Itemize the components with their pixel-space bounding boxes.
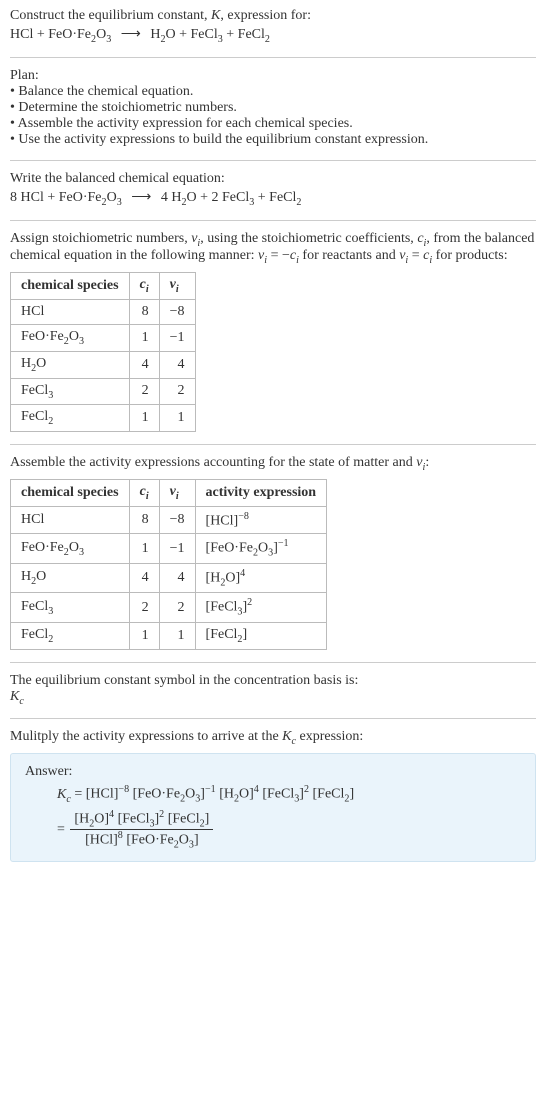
- cell-ci: 4: [129, 563, 159, 592]
- cell-species: FeO·Fe2O3: [11, 324, 130, 351]
- cell-ci: 8: [129, 506, 159, 534]
- plan-item: Use the activity expressions to build th…: [10, 132, 536, 148]
- cell-species: FeCl3: [11, 593, 130, 622]
- balanced-equation: 8 HCl + FeO·Fe2O3 ⟶ 4 H2O + 2 FeCl3 + Fe…: [10, 189, 536, 208]
- divider: [10, 160, 536, 161]
- activity-table: chemical species ci νi activity expressi…: [10, 479, 327, 650]
- basis-section: The equilibrium constant symbol in the c…: [10, 673, 536, 707]
- cell-ci: 1: [129, 534, 159, 563]
- col-vi: νi: [159, 273, 195, 300]
- balanced-section: Write the balanced chemical equation: 8 …: [10, 171, 536, 208]
- cell-species: HCl: [11, 299, 130, 324]
- plan-item: Determine the stoichiometric numbers.: [10, 100, 536, 116]
- cell-ci: 8: [129, 299, 159, 324]
- cell-species: FeO·Fe2O3: [11, 534, 130, 563]
- cell-ci: 2: [129, 593, 159, 622]
- cell-vi: 1: [159, 622, 195, 649]
- multiply-section: Mulitply the activity expressions to arr…: [10, 729, 536, 861]
- cell-ci: 1: [129, 622, 159, 649]
- fraction-numerator: [H2O]4 [FeCl3]2 [FeCl2]: [70, 809, 213, 829]
- cell-activity: [FeCl3]2: [195, 593, 327, 622]
- divider: [10, 57, 536, 58]
- cell-species: FeCl2: [11, 405, 130, 432]
- cell-vi: −1: [159, 324, 195, 351]
- cell-activity: [HCl]−8: [195, 506, 327, 534]
- answer-line1: Kc = [HCl]−8 [FeO·Fe2O3]−1 [H2O]4 [FeCl3…: [57, 784, 521, 804]
- cell-vi: −8: [159, 506, 195, 534]
- cell-activity: [H2O]4: [195, 563, 327, 592]
- divider: [10, 662, 536, 663]
- unbalanced-equation: HCl + FeO·Fe2O3 ⟶ H2O + FeCl3 + FeCl2: [10, 26, 536, 45]
- table-row: FeCl211[FeCl2]: [11, 622, 327, 649]
- basis-text: The equilibrium constant symbol in the c…: [10, 673, 536, 689]
- stoich-intro: Assign stoichiometric numbers, νi, using…: [10, 231, 536, 267]
- balanced-heading: Write the balanced chemical equation:: [10, 171, 536, 187]
- cell-vi: 2: [159, 378, 195, 405]
- cell-ci: 1: [129, 405, 159, 432]
- divider: [10, 444, 536, 445]
- col-species: chemical species: [11, 479, 130, 506]
- cell-ci: 1: [129, 324, 159, 351]
- cell-vi: 4: [159, 351, 195, 378]
- plan-section: Plan: Balance the chemical equation. Det…: [10, 68, 536, 148]
- stoich-table: chemical species ci νi HCl8−8 FeO·Fe2O31…: [10, 272, 196, 432]
- table-row: FeO·Fe2O31−1: [11, 324, 196, 351]
- table-row: FeO·Fe2O31−1[FeO·Fe2O3]−1: [11, 534, 327, 563]
- cell-vi: 1: [159, 405, 195, 432]
- cell-vi: −1: [159, 534, 195, 563]
- cell-activity: [FeO·Fe2O3]−1: [195, 534, 327, 563]
- cell-species: H2O: [11, 351, 130, 378]
- plan-item: Assemble the activity expression for eac…: [10, 116, 536, 132]
- cell-species: FeCl3: [11, 378, 130, 405]
- cell-ci: 2: [129, 378, 159, 405]
- fraction: [H2O]4 [FeCl3]2 [FeCl2] [HCl]8 [FeO·Fe2O…: [70, 809, 213, 851]
- cell-ci: 4: [129, 351, 159, 378]
- col-ci: ci: [129, 479, 159, 506]
- page-title: Construct the equilibrium constant, K, e…: [10, 8, 536, 24]
- table-row: H2O44: [11, 351, 196, 378]
- activity-section: Assemble the activity expressions accoun…: [10, 455, 536, 649]
- answer-label: Answer:: [25, 764, 521, 780]
- answer-box: Answer: Kc = [HCl]−8 [FeO·Fe2O3]−1 [H2O]…: [10, 753, 536, 861]
- cell-species: H2O: [11, 563, 130, 592]
- plan-item: Balance the chemical equation.: [10, 84, 536, 100]
- stoich-section: Assign stoichiometric numbers, νi, using…: [10, 231, 536, 433]
- table-row: FeCl211: [11, 405, 196, 432]
- divider: [10, 718, 536, 719]
- cell-activity: [FeCl2]: [195, 622, 327, 649]
- col-vi: νi: [159, 479, 195, 506]
- table-row: H2O44[H2O]4: [11, 563, 327, 592]
- col-species: chemical species: [11, 273, 130, 300]
- activity-intro: Assemble the activity expressions accoun…: [10, 455, 536, 473]
- table-header-row: chemical species ci νi: [11, 273, 196, 300]
- header-section: Construct the equilibrium constant, K, e…: [10, 8, 536, 45]
- answer-line2: = [H2O]4 [FeCl3]2 [FeCl2] [HCl]8 [FeO·Fe…: [57, 809, 521, 851]
- cell-species: HCl: [11, 506, 130, 534]
- cell-vi: 2: [159, 593, 195, 622]
- cell-vi: 4: [159, 563, 195, 592]
- plan-list: Balance the chemical equation. Determine…: [10, 84, 536, 148]
- plan-heading: Plan:: [10, 68, 536, 84]
- table-row: FeCl322: [11, 378, 196, 405]
- col-ci: ci: [129, 273, 159, 300]
- divider: [10, 220, 536, 221]
- multiply-intro: Mulitply the activity expressions to arr…: [10, 729, 536, 747]
- table-row: HCl8−8[HCl]−8: [11, 506, 327, 534]
- equals-sign: =: [57, 822, 68, 837]
- col-activity: activity expression: [195, 479, 327, 506]
- cell-vi: −8: [159, 299, 195, 324]
- table-row: FeCl322[FeCl3]2: [11, 593, 327, 622]
- table-row: HCl8−8: [11, 299, 196, 324]
- fraction-denominator: [HCl]8 [FeO·Fe2O3]: [70, 829, 213, 850]
- cell-species: FeCl2: [11, 622, 130, 649]
- basis-symbol: Kc: [10, 689, 536, 707]
- table-header-row: chemical species ci νi activity expressi…: [11, 479, 327, 506]
